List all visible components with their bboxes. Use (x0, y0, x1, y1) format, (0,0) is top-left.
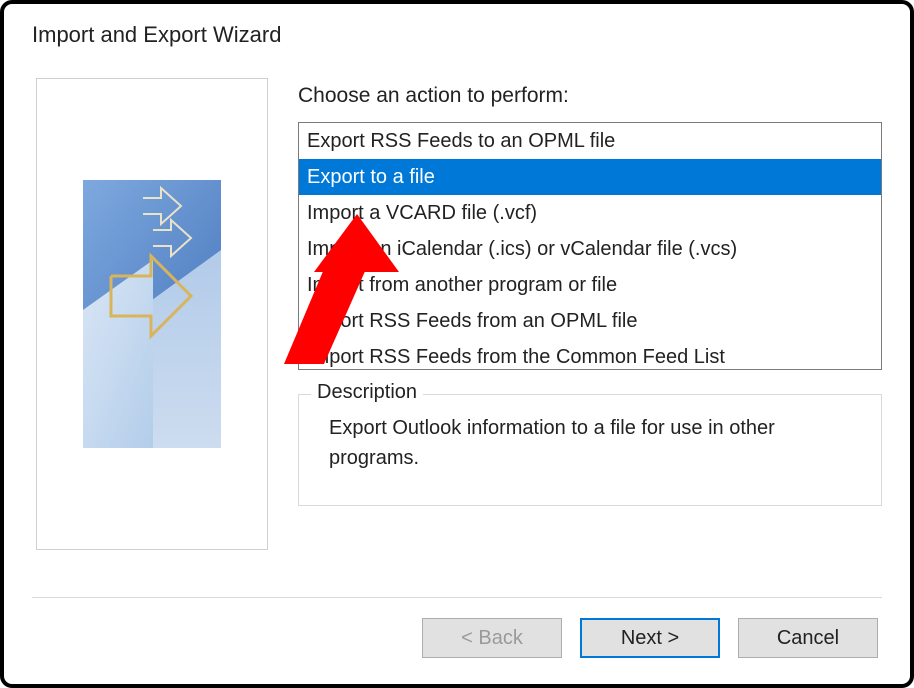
wizard-graphic-icon (83, 180, 221, 448)
wizard-content: Choose an action to perform: Export RSS … (4, 60, 910, 579)
action-item[interactable]: Import an iCalendar (.ics) or vCalendar … (299, 231, 881, 267)
action-list[interactable]: Export RSS Feeds to an OPML file Export … (298, 122, 882, 370)
action-item[interactable]: Import RSS Feeds from the Common Feed Li… (299, 339, 881, 370)
action-item[interactable]: Import from another program or file (299, 267, 881, 303)
action-item[interactable]: Export to a file (299, 159, 881, 195)
action-item[interactable]: Export RSS Feeds to an OPML file (299, 123, 881, 159)
description-text: Export Outlook information to a file for… (329, 413, 863, 473)
description-group: Description Export Outlook information t… (298, 394, 882, 506)
back-button: < Back (422, 618, 562, 658)
window-title: Import and Export Wizard (4, 4, 910, 60)
right-pane: Choose an action to perform: Export RSS … (298, 78, 882, 579)
next-button[interactable]: Next > (580, 618, 720, 658)
button-row: < Back Next > Cancel (4, 598, 910, 684)
prompt-label: Choose an action to perform: (298, 84, 882, 108)
description-legend: Description (311, 381, 423, 404)
wizard-graphic-pane (36, 78, 268, 550)
action-item[interactable]: Import a VCARD file (.vcf) (299, 195, 881, 231)
action-item[interactable]: Import RSS Feeds from an OPML file (299, 303, 881, 339)
cancel-button[interactable]: Cancel (738, 618, 878, 658)
